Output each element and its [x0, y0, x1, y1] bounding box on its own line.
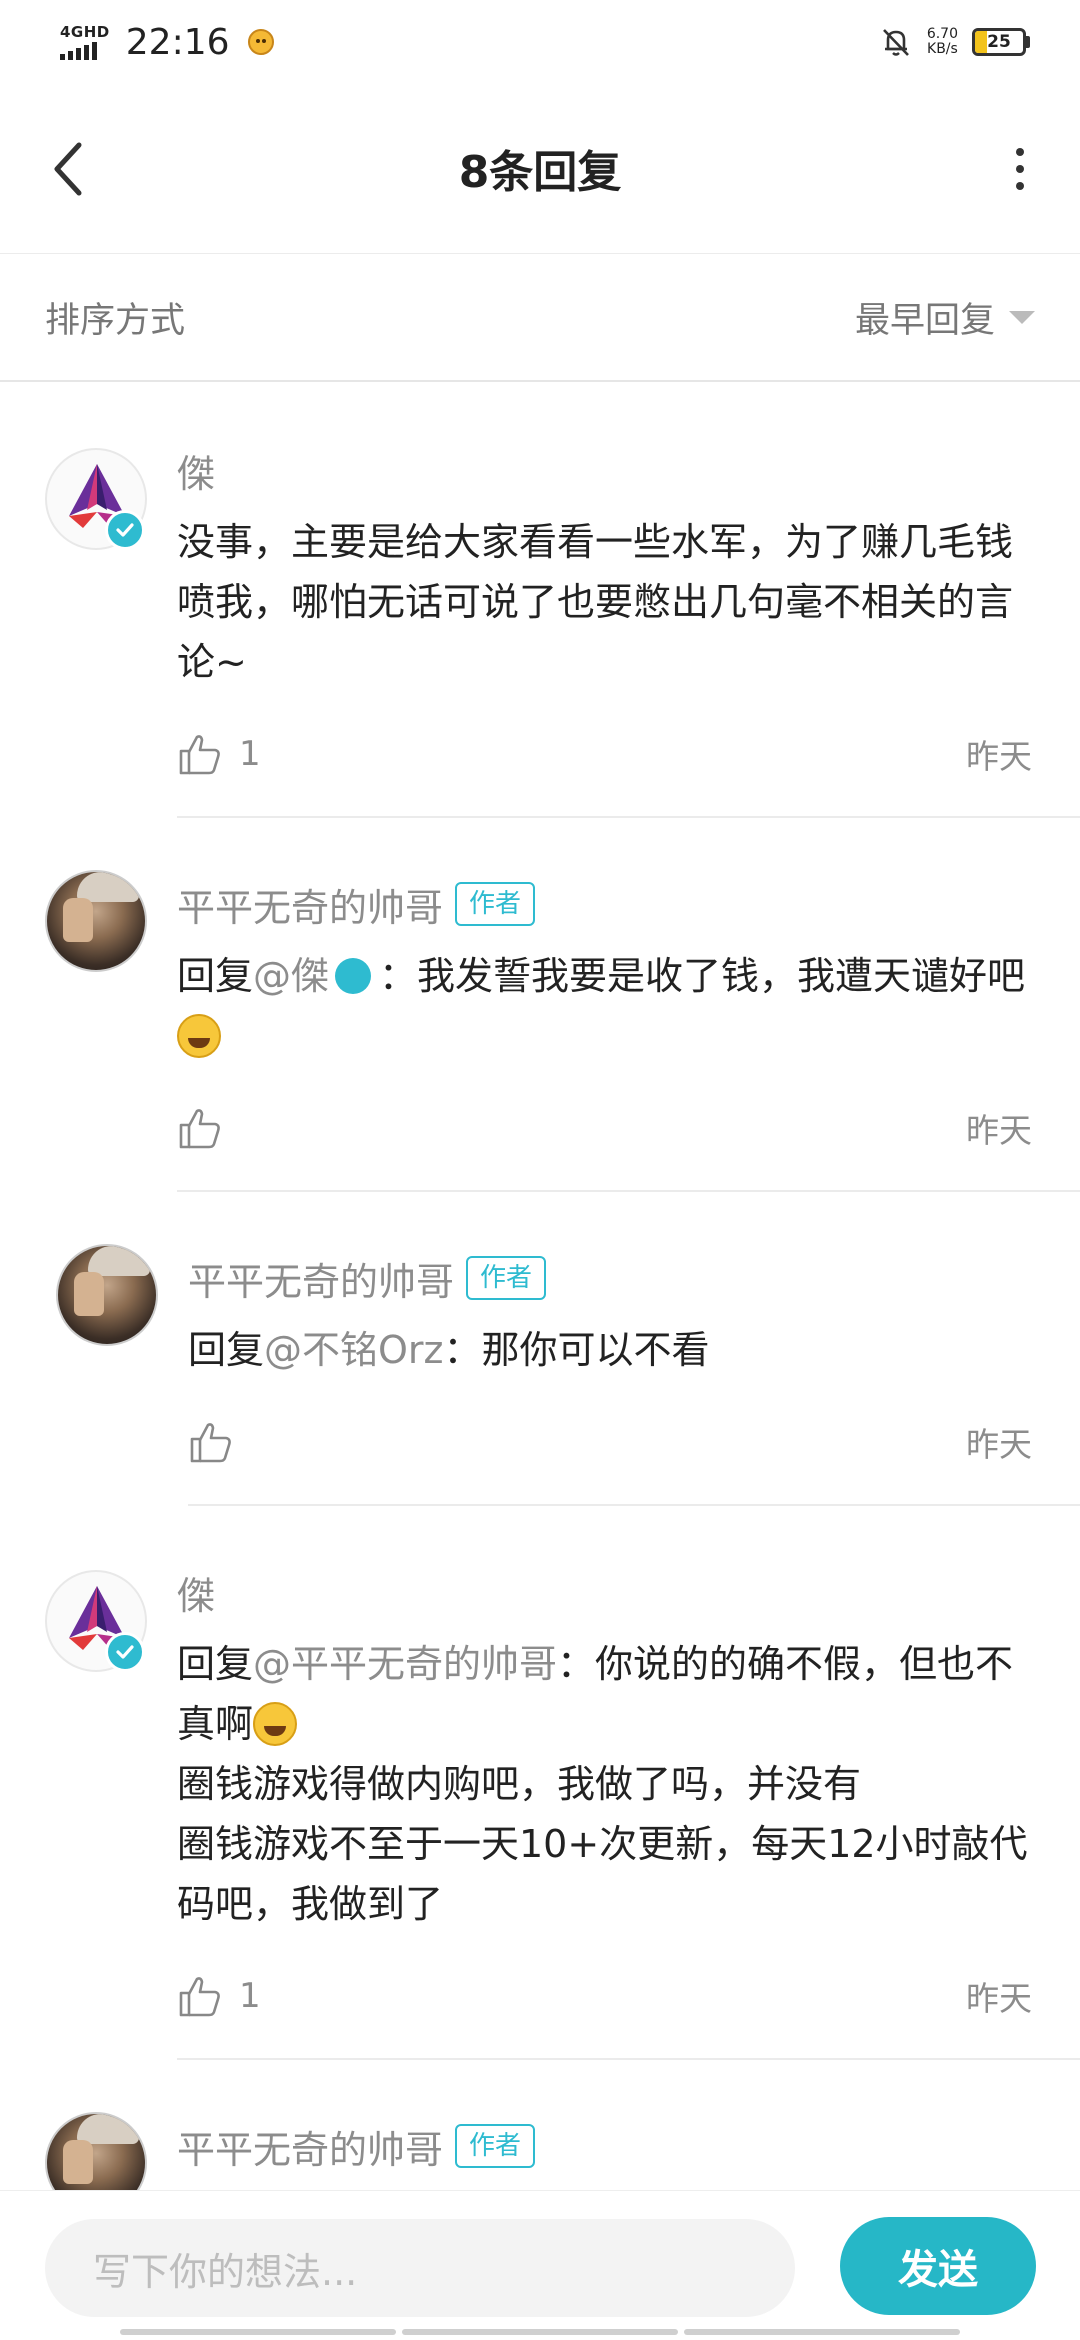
battery-body: 25 — [972, 28, 1026, 56]
input-bar: 写下你的想法... 发送 — [0, 2190, 1080, 2340]
comment-body: 傑 回复@平平无奇的帅哥：你说的的确不假，但也不真啊 圈钱游戏得做内购吧，我做了… — [177, 1564, 1080, 2060]
thumbs-up-icon[interactable] — [177, 731, 223, 777]
comment-time: 昨天 — [966, 1425, 1032, 1464]
more-dot-icon — [1016, 148, 1024, 156]
emoji-laugh-icon — [253, 1701, 298, 1746]
network-type: 4GHD — [60, 22, 110, 41]
comment-text: 回复@不铭Orz：那你可以不看 — [188, 1320, 1040, 1380]
comment-item: 平平无奇的帅哥 作者 回复@不铭Orz：那你可以不看 昨天 — [0, 1192, 1080, 1506]
more-options-button[interactable] — [990, 134, 1050, 204]
verified-badge-icon — [105, 510, 145, 550]
verified-badge-icon — [335, 957, 372, 994]
sort-dropdown[interactable]: 最早回复 — [855, 292, 1035, 343]
battery-level: 25 — [987, 32, 1011, 52]
sort-label: 排序方式 — [45, 300, 186, 341]
username[interactable]: 傑 — [177, 1565, 215, 1620]
author-tag: 作者 — [466, 1256, 547, 1300]
net-speed-unit: KB/s — [927, 41, 958, 57]
comment-text: 回复@平平无奇的帅哥：你说的的确不假，但也不真啊 圈钱游戏得做内购吧，我做了吗，… — [177, 1634, 1040, 1934]
reply-text: ：那你可以不看 — [443, 1328, 710, 1372]
comment-item: 平平无奇的帅哥 作者 回复@傑 ：我发誓我要是收了钱，我遭天谴好吧 昨天 — [0, 818, 1080, 1192]
action-row: 昨天 — [188, 1414, 1040, 1470]
net-speed: 6.70 KB/s — [927, 27, 958, 56]
name-row: 傑 — [177, 1564, 1040, 1620]
comment-body: 傑 没事，主要是给大家看看一些水军，为了赚几毛钱喷我，哪怕无话可说了也要憋出几句… — [177, 442, 1080, 818]
caret-down-icon — [1009, 310, 1035, 324]
reply-prefix: 回复 — [188, 1328, 265, 1372]
pet-icon — [247, 29, 274, 55]
comment-body: 平平无奇的帅哥 作者 回复@傑 ：我发誓我要是收了钱，我遭天谴好吧 昨天 — [177, 876, 1080, 1192]
sort-bar: 排序方式 最早回复 — [0, 254, 1080, 382]
verified-badge-icon — [105, 1632, 145, 1672]
action-row: 1 昨天 — [177, 726, 1040, 782]
reply-prefix: 回复 — [177, 954, 254, 998]
username[interactable]: 平平无奇的帅哥 — [188, 1251, 454, 1306]
comment-time: 昨天 — [966, 737, 1032, 776]
network-indicator: 4GHD — [60, 22, 110, 60]
thumbs-up-icon[interactable] — [177, 1105, 223, 1151]
status-right: 6.70 KB/s 25 — [879, 25, 1030, 59]
comment-line: 圈钱游戏得做内购吧，我做了吗，并没有 — [177, 1762, 862, 1806]
comment-time: 昨天 — [966, 1979, 1032, 2018]
action-row: 昨天 — [177, 1100, 1040, 1156]
mention-link[interactable]: @傑 — [253, 954, 329, 998]
send-button[interactable]: 发送 — [840, 2217, 1036, 2315]
comment-body: 平平无奇的帅哥 作者 回复@不铭Orz：那你可以不看 昨天 — [188, 1250, 1080, 1506]
status-bar: 4GHD 22:16 6.70 KB/s 25 — [0, 0, 1080, 84]
name-row: 平平无奇的帅哥 作者 — [188, 1250, 1040, 1306]
name-row: 平平无奇的帅哥 作者 — [177, 876, 1040, 932]
author-tag: 作者 — [455, 882, 536, 926]
signal-icon — [60, 41, 97, 60]
comment-list: 傑 没事，主要是给大家看看一些水军，为了赚几毛钱喷我，哪怕无话可说了也要憋出几句… — [0, 384, 1080, 2214]
comment-line: 回复@平平无奇的帅哥：你说的的确不假，但也不真啊 — [177, 1634, 1040, 1754]
name-row: 傑 — [177, 442, 1040, 498]
like-count: 1 — [239, 734, 261, 774]
more-dot-icon — [1016, 165, 1024, 173]
action-row: 1 昨天 — [177, 1968, 1040, 2024]
scroll-indicator — [120, 2329, 960, 2337]
comment-body: 平平无奇的帅哥 作者 — [177, 2118, 1080, 2174]
username[interactable]: 傑 — [177, 443, 215, 498]
username[interactable]: 平平无奇的帅哥 — [177, 877, 443, 932]
reply-text: ：我发誓我要是收了钱，我遭天谴好吧 — [379, 954, 1026, 998]
sort-selected: 最早回复 — [854, 300, 995, 341]
like-count: 1 — [239, 1976, 261, 2016]
thumbs-up-icon[interactable] — [177, 1973, 223, 2019]
reply-prefix: 回复 — [177, 1642, 254, 1686]
avatar[interactable] — [45, 870, 147, 972]
comment-item: 傑 没事，主要是给大家看看一些水军，为了赚几毛钱喷我，哪怕无话可说了也要憋出几句… — [0, 384, 1080, 818]
battery-cap — [1026, 36, 1030, 48]
net-speed-value: 6.70 — [926, 26, 958, 43]
comment-item: 平平无奇的帅哥 作者 — [0, 2060, 1080, 2214]
emoji-sweat-smile-icon — [177, 1013, 221, 1058]
clock: 22:16 — [125, 21, 230, 63]
username[interactable]: 平平无奇的帅哥 — [177, 2119, 443, 2174]
avatar[interactable] — [56, 1244, 158, 1346]
comment-input[interactable]: 写下你的想法... — [45, 2219, 795, 2317]
comment-line: 圈钱游戏不至于一天10+次更新，每天12小时敲代码吧，我做到了 — [177, 1822, 1028, 1926]
comment-text: 回复@傑 ：我发誓我要是收了钱，我遭天谴好吧 — [177, 946, 1040, 1066]
comment-text: 没事，主要是给大家看看一些水军，为了赚几毛钱喷我，哪怕无话可说了也要憋出几句毫不… — [177, 520, 1014, 684]
mention-link[interactable]: @不铭Orz — [264, 1328, 443, 1372]
page-title: 8条回复 — [458, 147, 622, 198]
more-dot-icon — [1016, 182, 1024, 190]
mention-link[interactable]: @平平无奇的帅哥 — [253, 1642, 557, 1686]
status-left: 4GHD 22:16 — [60, 22, 274, 63]
comment-time: 昨天 — [966, 1111, 1032, 1150]
name-row: 平平无奇的帅哥 作者 — [177, 2118, 1040, 2174]
bell-off-icon — [882, 29, 909, 56]
comment-item: 傑 回复@平平无奇的帅哥：你说的的确不假，但也不真啊 圈钱游戏得做内购吧，我做了… — [0, 1506, 1080, 2060]
thumbs-up-icon[interactable] — [188, 1419, 234, 1465]
header: 8条回复 — [0, 84, 1080, 254]
battery-icon: 25 — [972, 28, 1030, 56]
author-tag: 作者 — [455, 2124, 536, 2168]
